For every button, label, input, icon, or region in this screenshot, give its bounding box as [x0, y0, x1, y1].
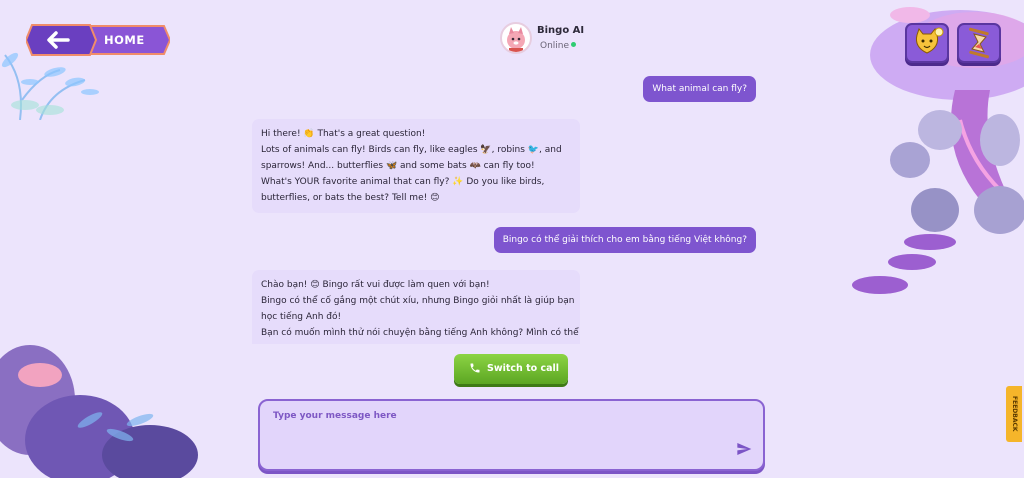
- bot-status: Online: [540, 41, 577, 51]
- online-dot: [571, 42, 577, 47]
- send-button[interactable]: [736, 441, 752, 457]
- bot-message-line: Lots of animals can fly! Birds can fly, …: [261, 145, 562, 155]
- bot-message-line: butterflies, or bats the best? Tell me! …: [261, 193, 440, 203]
- feedback-tab[interactable]: FEEDBACK: [1006, 386, 1022, 442]
- message-input[interactable]: [271, 409, 715, 461]
- cat-face-icon: [916, 27, 944, 54]
- hourglass-icon: [969, 27, 989, 59]
- bot-message-line: Bingo có thể cố gắng một chút xíu, nhưng…: [261, 296, 575, 306]
- switch-to-call-button[interactable]: Switch to call: [454, 354, 568, 384]
- home-label: HOME: [104, 33, 145, 47]
- bot-message: Chào bạn! 😊 Bingo rất vui được làm quen …: [252, 270, 580, 344]
- user-message: What animal can fly?: [643, 76, 756, 102]
- message-composer: [258, 399, 765, 471]
- bot-message-line: Bạn có muốn mình thử nói chuyện bằng tiế…: [261, 328, 579, 338]
- bush-decoration-bottom-left: [0, 345, 198, 478]
- bot-message-line: học tiếng Anh đó!: [261, 312, 342, 322]
- bot-message-line: Hi there! 👏 That's a great question!: [261, 129, 426, 139]
- bot-name: Bingo AI: [537, 25, 585, 36]
- mascot-button[interactable]: [905, 23, 949, 63]
- chat-messages[interactable]: What animal can fly? Hi there! 👏 That's …: [252, 72, 762, 344]
- bot-message: Hi there! 👏 That's a great question! Lot…: [252, 119, 580, 213]
- bot-message-line: What's YOUR favorite animal that can fly…: [261, 177, 545, 187]
- bot-message-line: sparrows! And... butterflies 🦋 and some …: [261, 161, 535, 171]
- bot-message-line: Chào bạn! 😊 Bingo rất vui được làm quen …: [261, 280, 490, 290]
- phone-icon: [470, 363, 480, 373]
- arrow-left-icon: [47, 31, 70, 49]
- hourglass-button[interactable]: [957, 23, 1001, 63]
- send-icon: [737, 443, 752, 455]
- switch-to-call-label: Switch to call: [487, 363, 560, 374]
- home-button[interactable]: HOME: [26, 24, 170, 56]
- avatar: [500, 22, 532, 54]
- bot-header: Bingo AI Online: [500, 22, 610, 58]
- user-message: Bingo có thể giải thích cho em bằng tiến…: [493, 227, 756, 253]
